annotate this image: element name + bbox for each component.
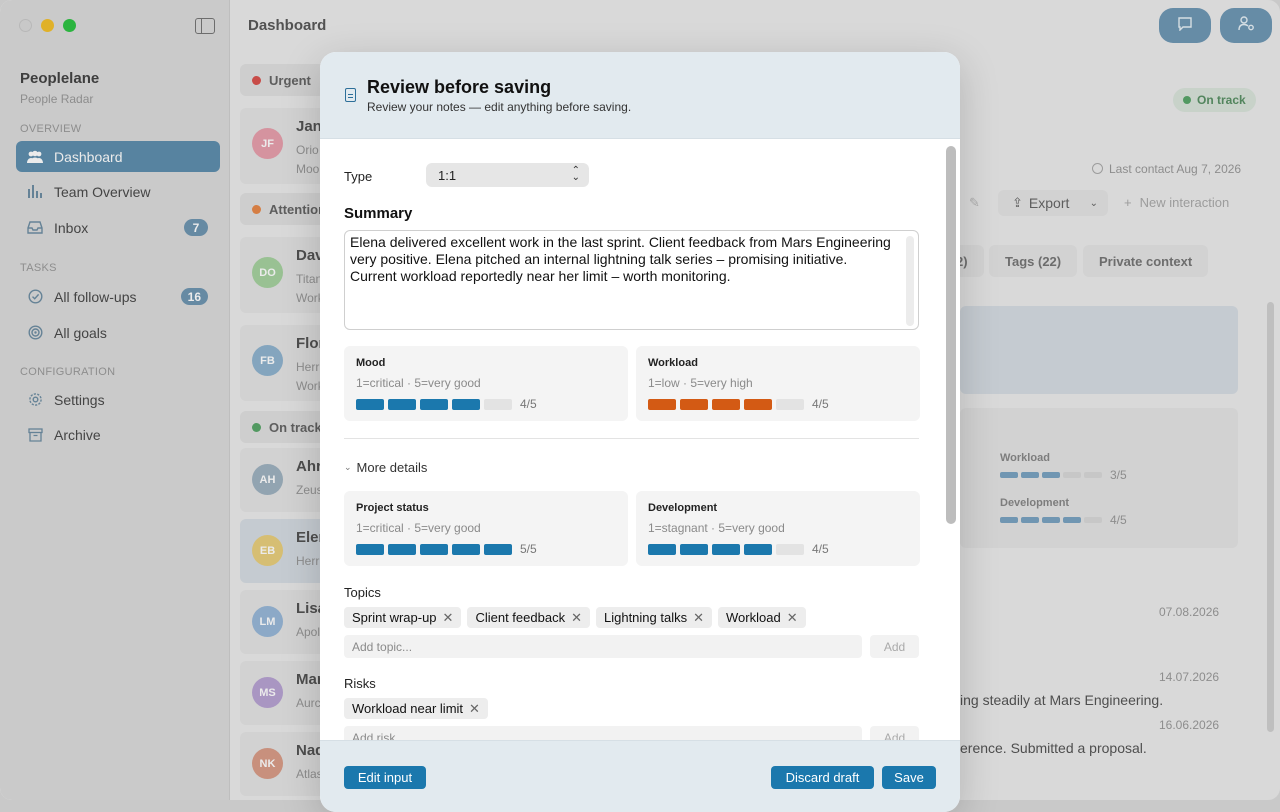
rating-segment[interactable]	[356, 398, 384, 410]
topics-label: Topics	[344, 585, 381, 600]
rating-segment[interactable]	[712, 543, 740, 555]
remove-icon[interactable]: ✕	[571, 610, 582, 626]
rating-segment[interactable]	[712, 398, 740, 410]
add-risk-input[interactable]: Add risk...	[344, 726, 862, 740]
project-status-rating-card: Project status 1=critical · 5=very good …	[344, 491, 628, 566]
rating-segment[interactable]	[452, 543, 480, 555]
rating-segment[interactable]	[356, 543, 384, 555]
rating-scale: 1=low · 5=very high	[648, 376, 753, 390]
summary-text: Elena delivered excellent work in the la…	[350, 234, 891, 284]
rating-value: 4/5	[812, 542, 829, 556]
add-risk-button[interactable]: Add	[870, 726, 919, 740]
rating-value: 5/5	[520, 542, 537, 556]
topic-chips: Sprint wrap-up ✕ Client feedback ✕ Lightni…	[344, 607, 806, 628]
workload-rating-card: Workload 1=low · 5=very high 4/5	[636, 346, 920, 421]
topic-chip: Client feedback ✕	[467, 607, 590, 628]
rating-scale: 1=stagnant · 5=very good	[648, 521, 785, 535]
remove-icon[interactable]: ✕	[787, 610, 798, 626]
chip-label: Sprint wrap-up	[352, 610, 437, 625]
more-details-toggle[interactable]: ⌄ More details	[344, 460, 427, 475]
risk-chip: Workload near limit ✕	[344, 698, 488, 719]
rating-segment[interactable]	[452, 398, 480, 410]
rating-value: 4/5	[812, 397, 829, 411]
rating-segment[interactable]	[484, 398, 512, 410]
rating-segment[interactable]	[744, 398, 772, 410]
topic-chip: Sprint wrap-up ✕	[344, 607, 462, 628]
discard-draft-button[interactable]: Discard draft	[771, 766, 874, 789]
rating-segment[interactable]	[776, 398, 804, 410]
rating-bar[interactable]: 4/5	[356, 397, 537, 411]
rating-title: Development	[648, 502, 718, 514]
type-select-value: 1:1	[438, 167, 457, 183]
rating-value: 4/5	[520, 397, 537, 411]
dialog-scrollbar[interactable]	[946, 146, 956, 524]
document-icon	[345, 88, 356, 102]
mood-rating-card: Mood 1=critical · 5=very good 4/5	[344, 346, 628, 421]
remove-icon[interactable]: ✕	[469, 701, 480, 717]
rating-segment[interactable]	[648, 398, 676, 410]
type-select[interactable]: 1:1 ⌃ ⌄	[426, 163, 589, 187]
review-dialog: Review before saving Review your notes —…	[320, 52, 960, 812]
rating-scale: 1=critical · 5=very good	[356, 521, 481, 535]
dialog-header: Review before saving Review your notes —…	[320, 52, 960, 139]
dialog-body: Type 1:1 ⌃ ⌄ Summary Elena delivered exce…	[320, 140, 960, 740]
chip-label: Client feedback	[475, 610, 566, 625]
rating-title: Project status	[356, 502, 429, 514]
rating-bar[interactable]: 4/5	[648, 542, 829, 556]
rating-segment[interactable]	[420, 398, 448, 410]
edit-input-button[interactable]: Edit input	[344, 766, 426, 789]
rating-segment[interactable]	[484, 543, 512, 555]
divider	[344, 438, 919, 439]
up-down-chevron-icon: ⌃ ⌄	[571, 165, 580, 183]
dialog-footer: Edit input Discard draft Save	[320, 740, 960, 812]
topic-chip: Lightning talks ✕	[595, 607, 713, 628]
rating-segment[interactable]	[388, 398, 416, 410]
rating-bar[interactable]: 5/5	[356, 542, 537, 556]
type-label: Type	[344, 169, 373, 184]
rating-title: Workload	[648, 357, 698, 369]
rating-segment[interactable]	[420, 543, 448, 555]
chip-label: Lightning talks	[603, 610, 688, 625]
risks-label: Risks	[344, 676, 376, 691]
topic-chip: Workload ✕	[718, 607, 806, 628]
risk-chips: Workload near limit ✕	[344, 698, 488, 719]
summary-textarea[interactable]: Elena delivered excellent work in the la…	[344, 230, 919, 330]
chevron-down-icon: ⌄	[344, 462, 352, 472]
rating-segment[interactable]	[680, 543, 708, 555]
rating-title: Mood	[356, 357, 386, 369]
more-details-label: More details	[356, 460, 428, 475]
add-topic-input[interactable]: Add topic...	[344, 635, 862, 658]
rating-bar[interactable]: 4/5	[648, 397, 829, 411]
dialog-subtitle: Review your notes — edit anything before…	[367, 100, 632, 114]
rating-segment[interactable]	[744, 543, 772, 555]
chip-label: Workload	[726, 610, 781, 625]
chip-label: Workload near limit	[352, 701, 464, 716]
rating-segment[interactable]	[388, 543, 416, 555]
rating-segment[interactable]	[680, 398, 708, 410]
dialog-title: Review before saving	[367, 77, 552, 97]
add-topic-button[interactable]: Add	[870, 635, 919, 658]
remove-icon[interactable]: ✕	[443, 610, 454, 626]
summary-scrollbar[interactable]	[906, 236, 914, 326]
rating-scale: 1=critical · 5=very good	[356, 376, 481, 390]
rating-segment[interactable]	[776, 543, 804, 555]
summary-label: Summary	[344, 205, 413, 222]
save-button[interactable]: Save	[882, 766, 936, 789]
remove-icon[interactable]: ✕	[693, 610, 704, 626]
development-rating-card: Development 1=stagnant · 5=very good 4/5	[636, 491, 920, 566]
rating-segment[interactable]	[648, 543, 676, 555]
